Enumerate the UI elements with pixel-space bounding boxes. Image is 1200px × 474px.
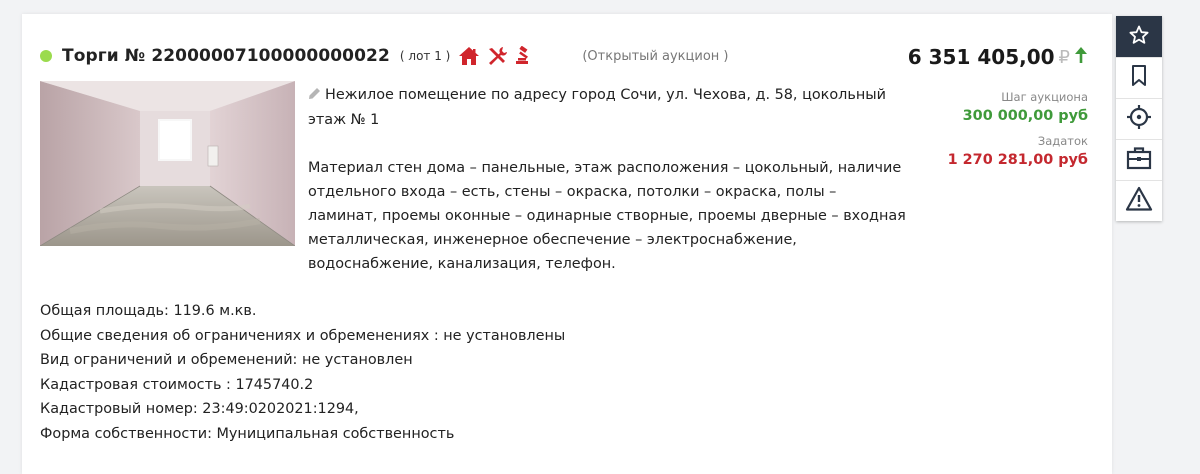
auction-type: (Открытый аукцион ): [582, 48, 729, 64]
lot-description: Нежилое помещение по адресу город Сочи, …: [308, 83, 908, 276]
lot-actions-toolbar: [1116, 16, 1162, 221]
pencil-icon[interactable]: [308, 84, 321, 108]
deposit-value: 1 270 281,00 руб: [947, 152, 1088, 168]
lot-header: Торги № 22000007100000000022 ( лот 1 ) (…: [40, 42, 729, 70]
auction-step-label: Шаг аукциона: [1001, 90, 1088, 104]
arrow-up-icon: [1074, 46, 1088, 68]
lot-title[interactable]: Торги № 22000007100000000022: [62, 46, 390, 66]
auction-terms: Шаг аукциона 300 000,00 руб Задаток 1 27…: [948, 89, 1088, 171]
tools-icon: [486, 46, 508, 66]
briefcase-icon: [1126, 146, 1152, 174]
portfolio-button[interactable]: [1116, 139, 1162, 180]
lot-card: Торги № 22000007100000000022 ( лот 1 ) (…: [22, 14, 1112, 474]
detail-restriction-type: Вид ограничений и обременений: не устано…: [40, 352, 413, 368]
detail-restrictions: Общие сведения об ограничениях и обремен…: [40, 327, 566, 344]
gavel-icon: [514, 46, 536, 66]
lot-photo[interactable]: [40, 81, 295, 246]
currency-sign: ₽: [1058, 46, 1070, 68]
status-indicator: [40, 50, 52, 62]
detail-area: Общая площадь: 119.6 м.кв.: [40, 303, 257, 319]
house-icon: [458, 46, 480, 66]
star-icon: [1129, 25, 1149, 49]
detail-cadastral-number: Кадастровый номер: 23:49:0202021:1294,: [40, 401, 359, 417]
detail-cadastral-value: Кадастровая стоимость : 1745740.2: [40, 376, 314, 393]
bookmark-button[interactable]: [1116, 57, 1162, 98]
lot-number: ( лот 1 ): [399, 49, 451, 63]
deposit-label: Задаток: [1037, 134, 1088, 148]
detail-ownership: Форма собственности: Муниципальная собст…: [40, 425, 455, 442]
favorite-button[interactable]: [1116, 16, 1162, 57]
locate-on-map-button[interactable]: [1116, 98, 1162, 139]
lot-short-description: Нежилое помещение по адресу город Сочи, …: [308, 83, 908, 132]
short-description-text: Нежилое помещение по адресу город Сочи, …: [308, 87, 886, 128]
lot-category-icons: [458, 46, 536, 66]
price-value: 6 351 405,00: [907, 45, 1055, 69]
lot-long-description: Материал стен дома – панельные, этаж рас…: [308, 160, 906, 272]
bookmark-icon: [1129, 64, 1149, 92]
current-price: 6 351 405,00 ₽: [908, 42, 1088, 72]
crosshair-icon: [1126, 104, 1152, 134]
auction-step-value: 300 000,00 руб: [962, 108, 1088, 124]
report-problem-button[interactable]: [1116, 180, 1162, 221]
lot-details: Общая площадь: 119.6 м.кв. Общие сведени…: [40, 299, 565, 446]
warning-icon: [1125, 186, 1153, 216]
